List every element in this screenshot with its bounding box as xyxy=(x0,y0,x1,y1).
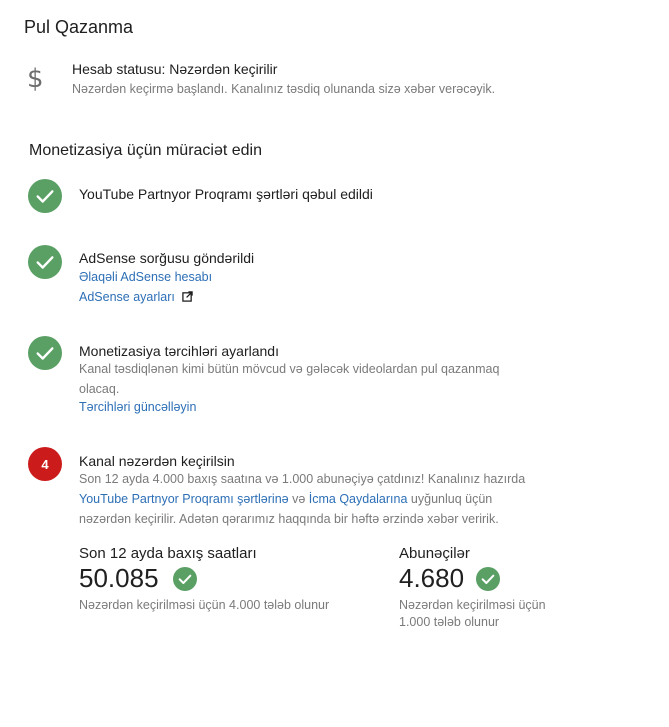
section-heading: Monetizasiya üçün müraciət edin xyxy=(29,142,263,159)
watch-hours-value: 50.085 xyxy=(79,563,159,593)
subscribers-requirement-line-2: 1.000 tələb olunur xyxy=(399,615,500,629)
page-title: Pul Qazanma xyxy=(24,17,134,37)
step-1-check-icon xyxy=(28,179,62,213)
step-4-description-line-1: Son 12 ayda 4.000 baxış saatına və 1.000… xyxy=(79,472,526,486)
step-4-description-line-3: nəzərdən keçirilir. Adətən qərarımız haq… xyxy=(79,512,499,526)
subscribers-label: Abunəçilər xyxy=(399,545,470,562)
step-3-description-line-2: olacaq. xyxy=(79,382,120,396)
adsense-settings-link[interactable]: AdSense ayarları xyxy=(79,290,194,305)
dollar-icon: $ xyxy=(27,64,44,94)
watch-hours-requirement: Nəzərdən keçirilməsi üçün 4.000 tələb ol… xyxy=(79,598,330,612)
step-3-description: Kanal təsdiqlənən kimi bütün mövcud və g… xyxy=(79,359,499,399)
step-4-title: Kanal nəzərdən keçirilsin xyxy=(79,453,235,469)
adsense-settings-label: AdSense ayarları xyxy=(79,290,175,304)
step-4-description: Son 12 ayda 4.000 baxış saatına və 1.000… xyxy=(79,469,525,529)
external-link-icon xyxy=(182,290,194,305)
subscribers-check-icon xyxy=(476,567,500,591)
watch-hours-check-icon xyxy=(173,567,197,591)
step-2-check-icon xyxy=(28,245,62,279)
step-4-line-2-end: uyğunluq üçün xyxy=(407,492,493,506)
step-4-and-text: və xyxy=(288,492,309,506)
step-4-number-badge: 4 xyxy=(28,447,62,481)
step-3-check-icon xyxy=(28,336,62,370)
ypp-terms-link[interactable]: YouTube Partnyor Proqramı şərtlərinə xyxy=(79,492,289,506)
watch-hours-label: Son 12 ayda baxış saatları xyxy=(79,545,257,562)
subscribers-value: 4.680 xyxy=(399,563,465,593)
step-1-title: YouTube Partnyor Proqramı şərtləri qəbul… xyxy=(79,186,373,202)
update-preferences-link[interactable]: Tərcihləri güncəlləyin xyxy=(79,400,196,414)
step-3-description-line-1: Kanal təsdiqlənən kimi bütün mövcud və g… xyxy=(79,362,500,376)
subscribers-requirement: Nəzərdən keçirilməsi üçün 1.000 tələb ol… xyxy=(399,597,546,631)
subscribers-requirement-line-1: Nəzərdən keçirilməsi üçün xyxy=(399,598,546,612)
step-2-title: AdSense sorğusu göndərildi xyxy=(79,250,255,266)
account-status-description: Nəzərdən keçirmə başlandı. Kanalınız təs… xyxy=(72,82,496,96)
step-4-description-line-2: YouTube Partnyor Proqramı şərtlərinə və … xyxy=(79,489,525,509)
linked-adsense-account-link[interactable]: Əlaqəli AdSense hesabı xyxy=(79,270,212,284)
community-guidelines-link[interactable]: İcma Qaydalarına xyxy=(309,492,408,506)
account-status-title: Hesab statusu: Nəzərdən keçirilir xyxy=(72,61,278,77)
step-3-title: Monetizasiya tərcihləri ayarlandı xyxy=(79,343,279,359)
